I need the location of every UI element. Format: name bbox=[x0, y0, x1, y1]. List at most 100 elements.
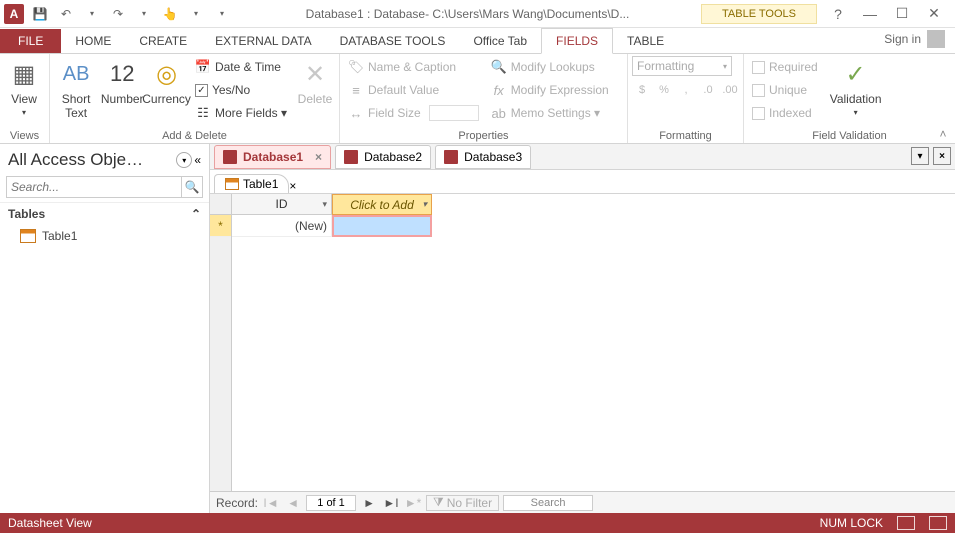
record-search-input[interactable] bbox=[503, 495, 593, 511]
percent-format-button: % bbox=[654, 80, 674, 100]
tab-database-tools[interactable]: DATABASE TOOLS bbox=[326, 29, 460, 53]
new-record-selector[interactable]: * bbox=[210, 215, 231, 237]
close-tab-icon[interactable]: × bbox=[315, 150, 322, 164]
document-tab-table1[interactable]: Table1 bbox=[214, 174, 289, 193]
design-view-icon[interactable] bbox=[929, 516, 947, 530]
unique-checkbox: Unique bbox=[748, 79, 822, 101]
number-button[interactable]: 12 Number bbox=[102, 56, 142, 108]
grid-main: ID ▾ Click to Add ▾ (New) bbox=[232, 194, 955, 491]
nav-pane-title[interactable]: All Access Obje… bbox=[8, 150, 143, 170]
tab-external-data[interactable]: EXTERNAL DATA bbox=[201, 29, 325, 53]
main: All Access Obje… ▾ « 🔍 Tables ⌃ Table1 D… bbox=[0, 144, 955, 513]
date-time-button[interactable]: 📅 Date & Time bbox=[191, 56, 291, 78]
column-headers: ID ▾ Click to Add ▾ bbox=[232, 194, 955, 215]
tab-table[interactable]: TABLE bbox=[613, 29, 678, 53]
short-text-button[interactable]: AB Short Text bbox=[54, 56, 98, 122]
validation-label: Validation bbox=[830, 92, 882, 106]
redo-icon[interactable]: ↷ bbox=[106, 2, 130, 26]
tab-close-icon[interactable]: × bbox=[933, 147, 951, 165]
database-icon bbox=[444, 150, 458, 164]
tab-home[interactable]: HOME bbox=[61, 29, 125, 53]
modify-expression-button: fxModify Expression bbox=[487, 79, 613, 101]
close-button[interactable]: ✕ bbox=[921, 4, 947, 24]
add-delete-stack: 📅 Date & Time ✓ Yes/No ☷ More Fields ▾ bbox=[191, 56, 291, 124]
prev-record-button[interactable]: ◄ bbox=[284, 495, 302, 511]
restore-button[interactable]: ☐ bbox=[889, 4, 915, 24]
checkbox-icon: ✓ bbox=[195, 84, 208, 97]
currency-label: Currency bbox=[142, 92, 191, 106]
yes-no-button[interactable]: ✓ Yes/No bbox=[191, 79, 291, 101]
tab-fields[interactable]: FIELDS bbox=[541, 28, 613, 54]
filter-indicator[interactable]: ⧩No Filter bbox=[426, 495, 499, 511]
row-selector-column: * bbox=[210, 194, 232, 491]
object-tab-database2[interactable]: Database2 bbox=[335, 145, 431, 169]
cell-active-new[interactable] bbox=[332, 215, 432, 237]
checkbox-icon bbox=[752, 107, 765, 120]
search-icon[interactable]: 🔍 bbox=[181, 176, 203, 198]
select-all-cell[interactable] bbox=[210, 194, 231, 215]
database-icon bbox=[344, 150, 358, 164]
touch-mode-icon[interactable]: 👆 bbox=[158, 2, 182, 26]
validation-button[interactable]: ✓ Validation ▾ bbox=[826, 56, 886, 119]
tab-menu-icon[interactable]: ▾ bbox=[911, 147, 929, 165]
chevron-down-icon: ▾ bbox=[854, 108, 858, 117]
cell-id-new[interactable]: (New) bbox=[232, 215, 332, 237]
nav-search-input[interactable] bbox=[6, 176, 181, 198]
collapse-ribbon-icon[interactable]: ˄ bbox=[935, 127, 951, 141]
number-icon: 12 bbox=[106, 58, 138, 90]
currency-button[interactable]: ◎ Currency bbox=[146, 56, 187, 108]
table-icon bbox=[20, 229, 36, 243]
record-navigator: Record: I◄ ◄ ► ►I ►* ⧩No Filter bbox=[210, 491, 955, 513]
access-app-icon: A bbox=[4, 4, 24, 24]
nav-section-label: Tables bbox=[8, 207, 45, 221]
column-header-id[interactable]: ID ▾ bbox=[232, 194, 332, 215]
click-to-add-label: Click to Add bbox=[350, 198, 414, 212]
first-record-button[interactable]: I◄ bbox=[262, 495, 280, 511]
view-button[interactable]: ▦ View ▾ bbox=[4, 56, 44, 119]
decrease-decimal-button: .00 bbox=[720, 80, 740, 100]
section-collapse-icon: ⌃ bbox=[191, 207, 201, 221]
group-views: ▦ View ▾ Views bbox=[0, 54, 50, 143]
record-position-input[interactable] bbox=[306, 495, 356, 511]
help-icon[interactable]: ? bbox=[825, 4, 851, 24]
redo-dropdown-icon[interactable]: ▾ bbox=[132, 2, 156, 26]
nav-section-tables[interactable]: Tables ⌃ bbox=[0, 202, 209, 225]
close-document-icon[interactable]: × bbox=[289, 179, 296, 193]
nav-item-table1[interactable]: Table1 bbox=[0, 225, 209, 247]
undo-icon[interactable]: ↶ bbox=[54, 2, 78, 26]
qat-customize-icon[interactable]: ▾ bbox=[210, 2, 234, 26]
column-dropdown-icon[interactable]: ▾ bbox=[422, 199, 427, 210]
save-icon[interactable]: 💾 bbox=[28, 2, 52, 26]
tab-create[interactable]: CREATE bbox=[125, 29, 201, 53]
checkbox-icon bbox=[752, 84, 765, 97]
last-record-button[interactable]: ►I bbox=[382, 495, 400, 511]
increase-decimal-button: .0 bbox=[698, 80, 718, 100]
status-view-label: Datasheet View bbox=[8, 516, 92, 530]
view-label: View bbox=[11, 92, 37, 106]
new-record-icon: * bbox=[218, 219, 223, 233]
touch-dropdown-icon[interactable]: ▾ bbox=[184, 2, 208, 26]
field-size-button: ↔Field Size bbox=[344, 102, 483, 124]
tab-office-tab[interactable]: Office Tab bbox=[459, 29, 541, 53]
name-caption-label: Name & Caption bbox=[368, 60, 456, 74]
column-dropdown-icon[interactable]: ▾ bbox=[322, 199, 327, 210]
new-record-button[interactable]: ►* bbox=[404, 495, 422, 511]
more-fields-button[interactable]: ☷ More Fields ▾ bbox=[191, 102, 291, 124]
datasheet-view-icon[interactable] bbox=[897, 516, 915, 530]
group-add-delete-label: Add & Delete bbox=[54, 129, 335, 143]
default-icon: ≡ bbox=[348, 82, 364, 98]
object-tab-database3[interactable]: Database3 bbox=[435, 145, 531, 169]
nav-dropdown-icon[interactable]: ▾ bbox=[176, 152, 192, 168]
tab-file[interactable]: FILE bbox=[0, 29, 61, 53]
short-text-icon: AB bbox=[60, 58, 92, 90]
next-record-button[interactable]: ► bbox=[360, 495, 378, 511]
tag-icon: 🏷 bbox=[348, 59, 364, 75]
nav-collapse-icon[interactable]: « bbox=[194, 153, 201, 167]
chevron-down-icon: ▾ bbox=[723, 62, 727, 71]
minimize-button[interactable]: — bbox=[857, 4, 883, 24]
sign-in-link[interactable]: Sign in bbox=[874, 25, 955, 53]
object-tab-database1[interactable]: Database1 × bbox=[214, 145, 331, 169]
name-caption-button: 🏷 Name & Caption bbox=[344, 56, 483, 78]
column-header-add[interactable]: Click to Add ▾ bbox=[332, 194, 432, 215]
undo-dropdown-icon[interactable]: ▾ bbox=[80, 2, 104, 26]
